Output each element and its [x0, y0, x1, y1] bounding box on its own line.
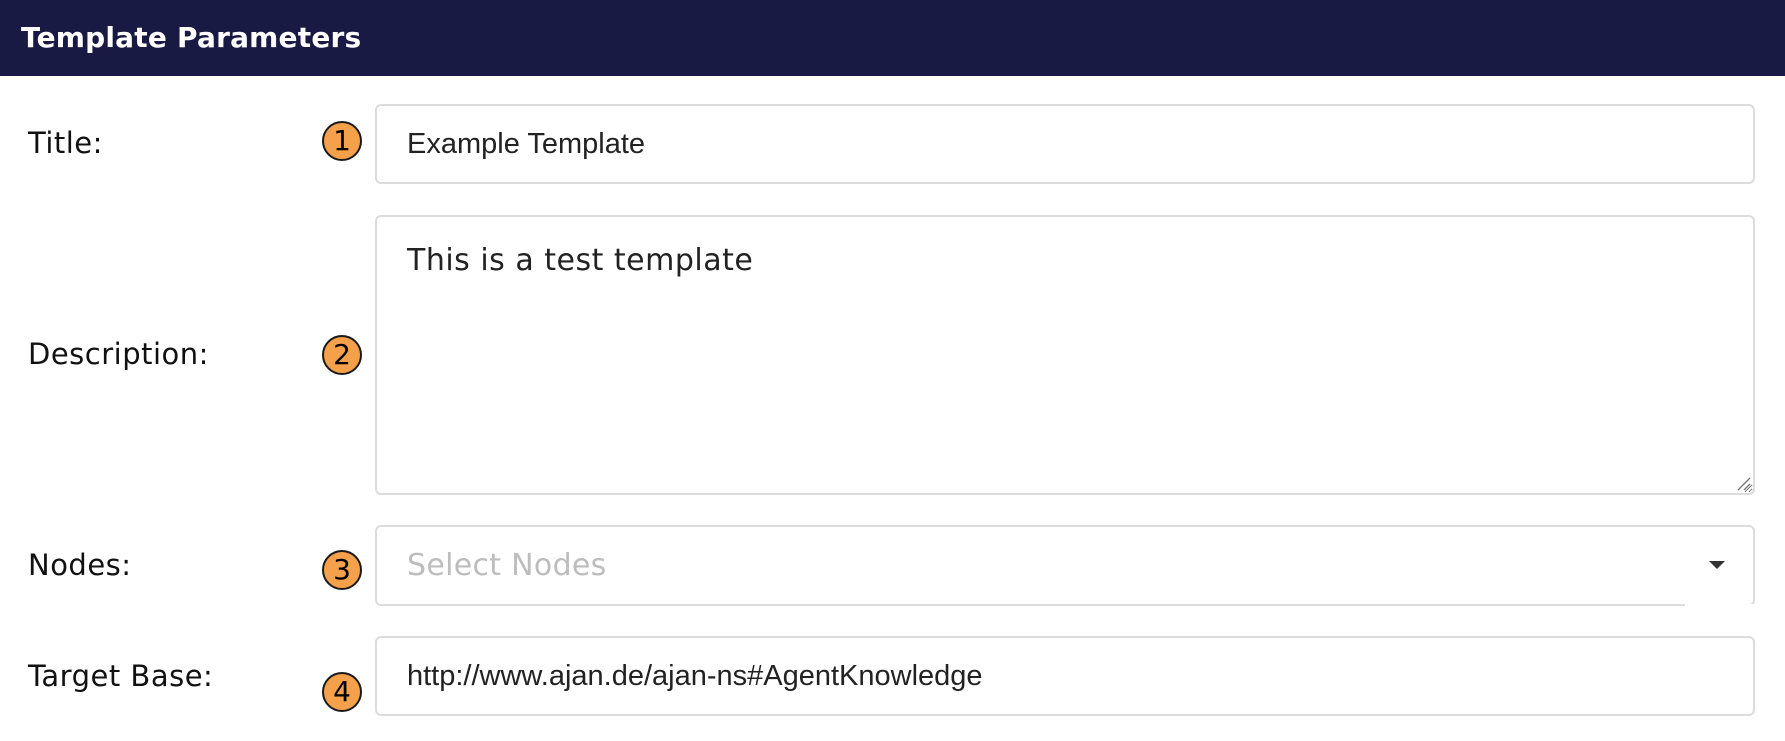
title-field-container	[375, 104, 1755, 184]
target-base-field-container	[375, 636, 1755, 716]
step-badge-4: 4	[322, 672, 362, 712]
select-border-gap	[1685, 604, 1753, 606]
description-label: Description:	[28, 337, 209, 371]
nodes-placeholder: Select Nodes	[407, 548, 607, 583]
nodes-label: Nodes:	[28, 548, 132, 582]
chevron-down-icon[interactable]	[1709, 561, 1725, 569]
title-label: Title:	[28, 126, 103, 160]
description-field-container: This is a test template	[375, 215, 1755, 495]
panel-title: Template Parameters	[21, 21, 362, 54]
target-base-label: Target Base:	[28, 659, 214, 693]
title-input[interactable]	[377, 106, 1753, 182]
panel-header: Template Parameters	[0, 0, 1785, 76]
step-badge-1: 1	[322, 121, 362, 161]
step-badge-3: 3	[322, 550, 362, 590]
description-textarea[interactable]: This is a test template	[377, 217, 1753, 493]
nodes-select[interactable]: Select Nodes	[375, 525, 1755, 606]
step-badge-2: 2	[322, 335, 362, 375]
target-base-input[interactable]	[377, 638, 1753, 714]
